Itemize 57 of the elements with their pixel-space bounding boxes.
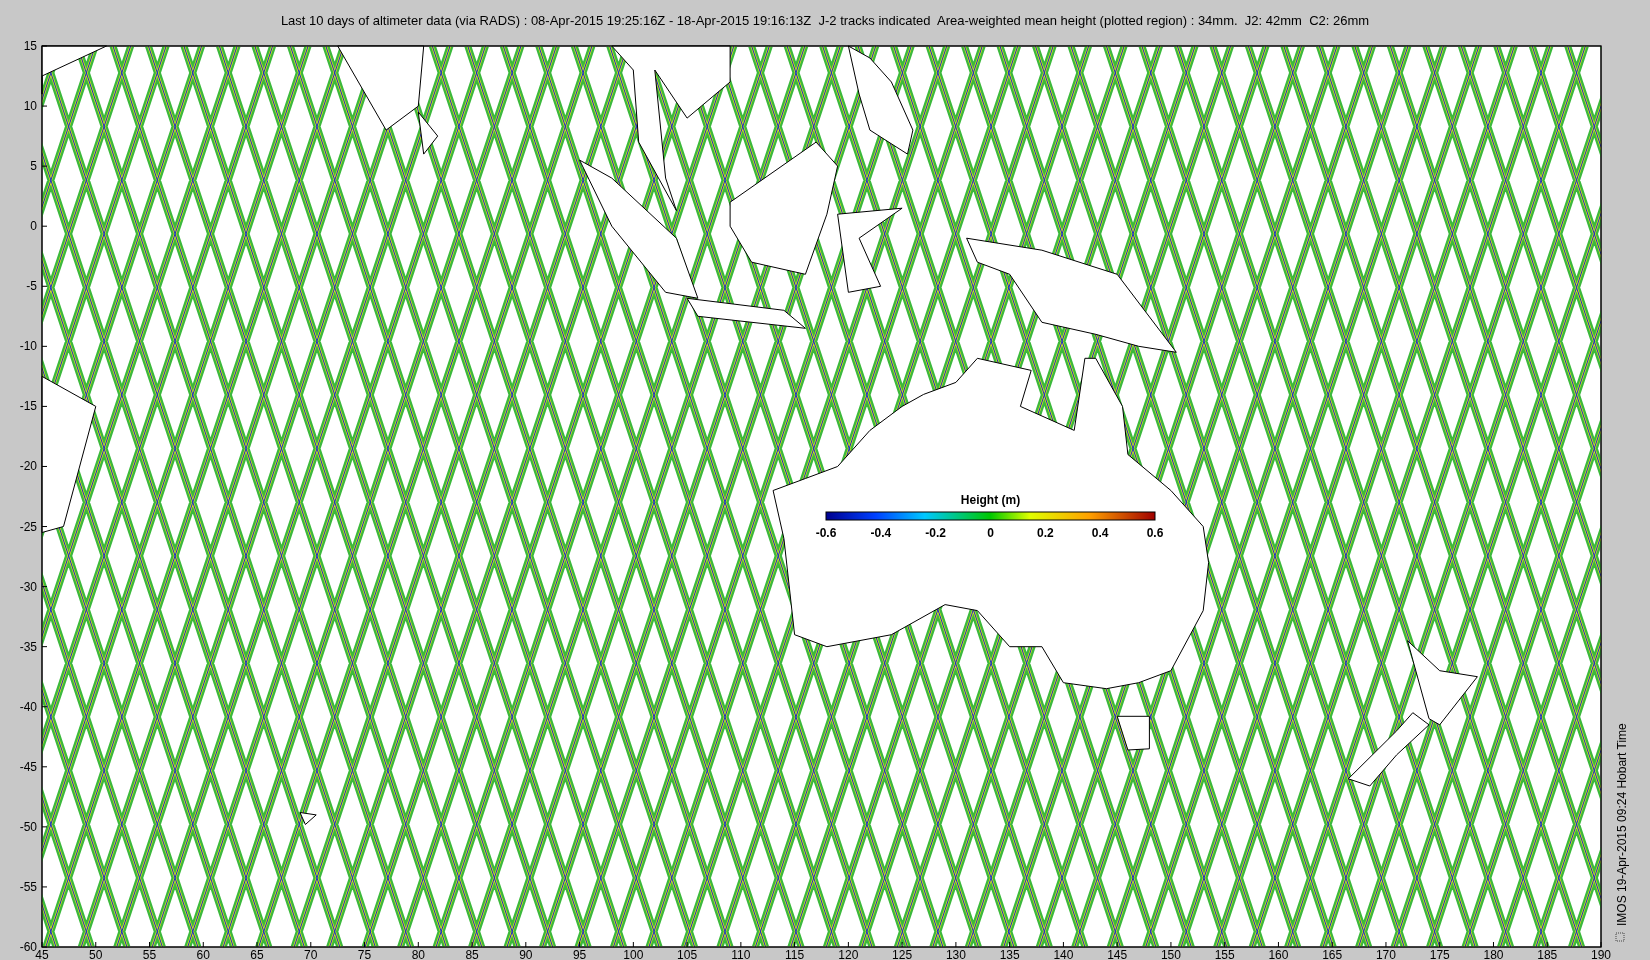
- x-tick-label: 165: [1322, 948, 1343, 960]
- x-tick-label: 150: [1160, 948, 1181, 960]
- x-tick-label: 120: [838, 948, 859, 960]
- x-tick-label: 115: [785, 948, 805, 960]
- y-tick-label: -35: [19, 639, 37, 654]
- colorbar-tick-label: -0.6: [815, 526, 837, 540]
- y-tick-label: -60: [19, 940, 37, 954]
- x-tick-label: 170: [1375, 948, 1396, 960]
- x-tick-label: 80: [411, 948, 425, 960]
- y-tick-label: -10: [19, 339, 37, 354]
- colorbar-tick-label: 0.4: [1091, 526, 1109, 540]
- x-tick-label: 190: [1591, 948, 1611, 960]
- x-tick-label: 125: [892, 948, 913, 960]
- colorbar-tick-label: 0: [987, 526, 994, 540]
- y-tick-label: 10: [23, 99, 37, 114]
- x-tick-label: 65: [250, 948, 264, 960]
- y-tick-label: -30: [19, 579, 37, 594]
- x-tick-label: 185: [1537, 948, 1558, 960]
- plot-title: Last 10 days of altimeter data (via RADS) : 08-Apr-2015 19:25:16Z - 18-Apr-2015 19:16:13Z J-2 tracks indicated Area-weighted mean height (plotted region) : 34mm. J2: 42mm C2: 26mm: [280, 11, 1370, 28]
- x-tick-label: 95: [572, 948, 587, 960]
- y-tick-label: -50: [19, 819, 37, 834]
- y-tick-label: -40: [19, 699, 37, 714]
- colorbar-tick-label: -0.2: [925, 526, 946, 540]
- y-tick-label: 5: [30, 159, 37, 174]
- x-tick-label: 100: [623, 948, 644, 960]
- timestamp-label: IMOS 19-Apr-2015 09:24 Hobart Time: [1615, 723, 1629, 926]
- colorbar-tick-label: -0.4: [870, 526, 892, 540]
- colorbar-title: Height (m): [960, 493, 1021, 507]
- x-tick-label: 160: [1268, 948, 1289, 960]
- y-tick-label: -15: [19, 399, 37, 414]
- x-tick-label: 55: [142, 948, 157, 960]
- x-tick-label: 110: [731, 948, 751, 960]
- x-tick-label: 140: [1053, 948, 1074, 960]
- y-tick-label: -20: [19, 459, 37, 474]
- x-tick-label: 155: [1214, 948, 1235, 960]
- y-tick-label: -55: [19, 879, 37, 894]
- x-tick-label: 105: [677, 948, 698, 960]
- x-tick-label: 70: [304, 948, 318, 960]
- colorbar-tick-label: 0.6: [1146, 526, 1164, 540]
- x-tick-label: 60: [196, 948, 210, 960]
- y-tick-label: -45: [19, 759, 37, 774]
- x-tick-label: 45: [35, 948, 49, 960]
- dotted-box-icon: [1615, 932, 1625, 942]
- x-tick-label: 145: [1107, 948, 1128, 960]
- x-tick-label: 90: [519, 948, 533, 960]
- x-tick-label: 135: [999, 948, 1020, 960]
- y-tick-label: -5: [26, 279, 37, 294]
- x-tick-label: 180: [1483, 948, 1504, 960]
- y-tick-label: 0: [30, 219, 37, 234]
- x-tick-label: 50: [89, 948, 103, 960]
- y-tick-label: -25: [19, 519, 37, 534]
- x-tick-label: 130: [945, 948, 966, 960]
- x-tick-label: 75: [357, 948, 372, 960]
- x-tick-label: 175: [1429, 948, 1450, 960]
- y-tick-label: 15: [23, 39, 37, 53]
- colorbar-tick-label: 0.2: [1037, 526, 1054, 540]
- x-tick-label: 85: [465, 948, 479, 960]
